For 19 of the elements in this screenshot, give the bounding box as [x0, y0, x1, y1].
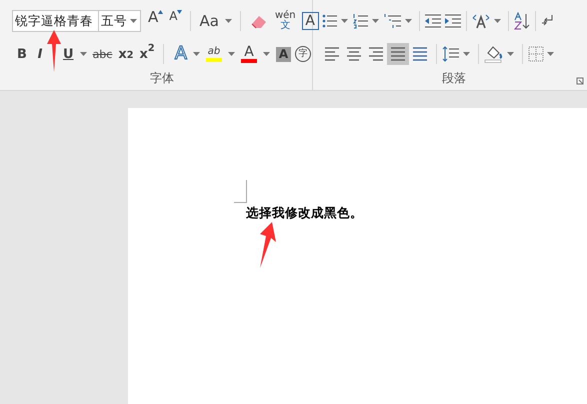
strikethrough-button[interactable]: abc	[90, 43, 116, 65]
phonetic-guide-button[interactable]: wén 文	[272, 11, 299, 31]
bold-button[interactable]: B	[11, 43, 33, 65]
font-color-button[interactable]: A	[238, 45, 260, 63]
italic-button[interactable]: I	[33, 43, 47, 65]
enclose-characters-button[interactable]: 字	[295, 46, 312, 62]
underline-button[interactable]: U	[60, 43, 77, 65]
character-border-button[interactable]: A	[302, 12, 319, 30]
group-label: 段落	[442, 70, 466, 87]
superscript-button[interactable]: x$^{2}$	[136, 43, 158, 65]
grow-font-button[interactable]: A	[145, 10, 166, 32]
highlight-button[interactable]: ab	[203, 46, 226, 62]
font-name-field[interactable]: 锐字逼格青春	[12, 10, 99, 32]
document-text: 选择我修改成黑色。	[246, 204, 364, 222]
font-size-field[interactable]: 五号	[99, 10, 141, 32]
shrink-font-button[interactable]: A	[166, 10, 186, 32]
change-case-button[interactable]: Aa	[196, 10, 222, 32]
character-shading-button[interactable]: A	[276, 46, 292, 62]
group-label: 字体	[150, 70, 174, 87]
